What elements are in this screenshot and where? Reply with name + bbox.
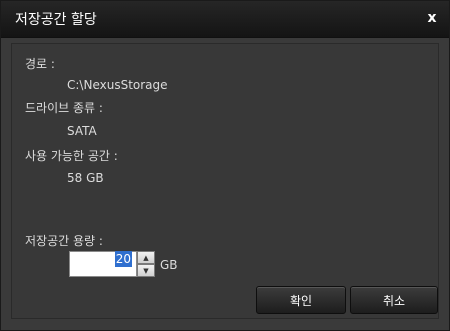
available-space-value: 58 GB (67, 171, 104, 185)
storage-allocation-dialog: 저장공간 할당 x 경로 : C:\NexusStorage 드라이브 종류 :… (0, 0, 450, 331)
drive-type-value: SATA (67, 124, 97, 138)
cancel-button[interactable]: 취소 (350, 286, 438, 314)
title-bar: 저장공간 할당 x (1, 1, 449, 38)
spin-buttons: ▲ ▼ (137, 251, 155, 277)
path-label: 경로 : (25, 57, 55, 71)
content-panel: 경로 : C:\NexusStorage 드라이브 종류 : SATA 사용 가… (11, 43, 439, 319)
capacity-input[interactable]: 20 (69, 251, 137, 277)
chevron-up-icon[interactable]: ▲ (137, 251, 155, 264)
chevron-down-icon[interactable]: ▼ (137, 264, 155, 277)
drive-type-label: 드라이브 종류 : (25, 101, 103, 115)
close-icon[interactable]: x (423, 9, 441, 27)
ok-button[interactable]: 확인 (256, 286, 346, 314)
capacity-input-value: 20 (114, 251, 132, 267)
capacity-unit: GB (160, 258, 178, 272)
available-space-label: 사용 가능한 공간 : (25, 149, 118, 163)
capacity-label: 저장공간 용량 : (25, 234, 103, 248)
path-value: C:\NexusStorage (67, 78, 168, 92)
capacity-stepper[interactable]: 20 ▲ ▼ (69, 251, 157, 277)
dialog-title: 저장공간 할당 (15, 12, 97, 28)
